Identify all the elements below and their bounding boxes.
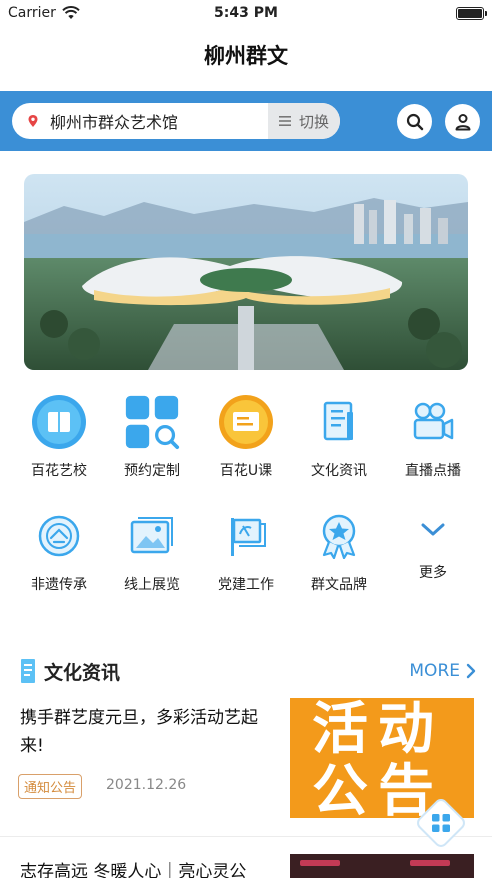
- course-icon: [218, 394, 274, 450]
- grid-label: 更多: [419, 565, 447, 581]
- page-title: 柳州群文: [204, 44, 288, 68]
- grid-label: 党建工作: [218, 577, 274, 593]
- battery-icon: [456, 6, 487, 20]
- grid-menu-icon: [417, 799, 465, 847]
- thumb-light: [300, 860, 340, 866]
- status-bar: Carrier 5:43 PM: [0, 0, 492, 26]
- news-icon: [311, 394, 367, 450]
- grid-item-booking[interactable]: 预约定制: [105, 394, 199, 480]
- chevron-right-icon: [466, 663, 476, 679]
- grid-item-online-exhibition[interactable]: 线上展览: [105, 508, 199, 594]
- heritage-icon: [31, 508, 87, 564]
- grid-item-brand[interactable]: 群文品牌: [292, 508, 386, 594]
- search-button[interactable]: [397, 104, 432, 139]
- search-icon: [406, 113, 423, 130]
- chevron-down-icon: [405, 508, 461, 552]
- section-title: 文化资讯: [20, 658, 120, 685]
- grid-label: 非遗传承: [31, 577, 87, 593]
- news-date: 2021.12.26: [106, 777, 187, 793]
- news-section-header: 文化资讯 MORE: [20, 656, 476, 686]
- brand-badge-icon: [311, 508, 367, 564]
- news-item[interactable]: 志存高远 冬暖人心｜亮心灵公: [0, 852, 492, 878]
- location-selector[interactable]: 柳州市群众艺术馆 切换: [12, 103, 340, 139]
- user-icon: [455, 113, 470, 130]
- grid-item-culture-news[interactable]: 文化资讯: [292, 394, 386, 480]
- grid-item-more[interactable]: 更多: [386, 508, 480, 582]
- grid-label: 百花U课: [219, 463, 273, 479]
- document-icon: [21, 659, 35, 683]
- status-time: 5:43 PM: [214, 5, 278, 21]
- grid-label: 百花艺校: [31, 463, 87, 479]
- video-camera-icon: [405, 394, 461, 450]
- party-flag-icon: [218, 508, 274, 564]
- more-link[interactable]: MORE: [409, 661, 476, 681]
- grid-item-live[interactable]: 直播点播: [386, 394, 480, 480]
- news-title: 携手群艺度元旦，多彩活动艺起来!: [20, 708, 258, 756]
- gallery-icon: [124, 508, 180, 564]
- thumb-text-top: 活动: [312, 698, 444, 762]
- thumb-light: [410, 860, 450, 866]
- switch-label: 切换: [298, 112, 329, 131]
- section-title-text: 文化资讯: [44, 661, 121, 684]
- news-thumbnail: [290, 854, 474, 878]
- grid-item-u-course[interactable]: 百花U课: [199, 394, 293, 480]
- book-icon: [31, 394, 87, 450]
- grid-item-heritage[interactable]: 非遗传承: [12, 508, 106, 594]
- grid-label: 预约定制: [124, 463, 180, 479]
- location-text: 柳州市群众艺术馆: [50, 113, 179, 132]
- news-title: 志存高远 冬暖人心｜亮心灵公: [20, 862, 247, 878]
- floating-menu-button[interactable]: [414, 796, 468, 850]
- stadium-illustration: [24, 174, 468, 370]
- grid-label: 文化资讯: [311, 463, 367, 479]
- profile-button[interactable]: [445, 104, 480, 139]
- grid-label: 直播点播: [405, 463, 461, 479]
- grid-label: 线上展览: [124, 577, 180, 593]
- grid-label: 群文品牌: [311, 577, 367, 593]
- more-label: MORE: [409, 661, 460, 681]
- menu-icon: [278, 116, 291, 126]
- banner-image[interactable]: [24, 174, 468, 370]
- grid-item-party-building[interactable]: 党建工作: [199, 508, 293, 594]
- switch-location-button[interactable]: 切换: [268, 103, 340, 139]
- news-tag: 通知公告: [18, 774, 83, 799]
- grid-item-art-school[interactable]: 百花艺校: [12, 394, 106, 480]
- location-bar: 柳州市群众艺术馆 切换: [0, 91, 492, 151]
- apps-search-icon: [124, 394, 180, 450]
- location-pin-icon: [28, 115, 38, 127]
